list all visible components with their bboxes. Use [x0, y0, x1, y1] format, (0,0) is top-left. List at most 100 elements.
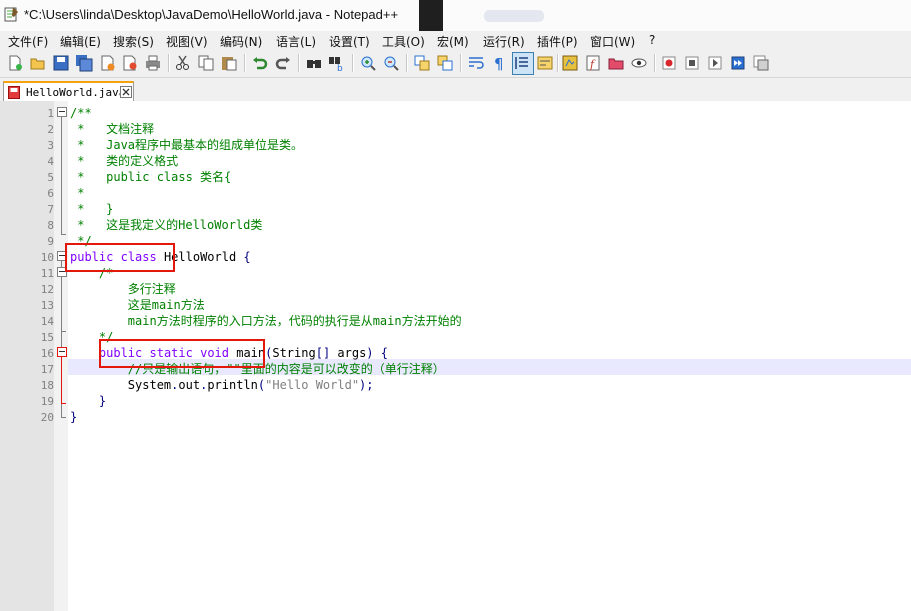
toolbar: b ¶ f: [0, 50, 911, 78]
monitor-icon[interactable]: [630, 54, 648, 72]
code-token: }: [70, 410, 78, 424]
save-all-icon[interactable]: [75, 54, 93, 72]
code-line[interactable]: /**: [70, 105, 92, 121]
menu-tools[interactable]: 工具(O): [382, 33, 425, 50]
fold-toggle-icon[interactable]: [57, 347, 67, 357]
code-token: main方法时程序的入口方法，代码的执行是从main方法开始的: [70, 314, 462, 328]
notepadpp-app-icon[interactable]: [4, 6, 19, 22]
close-all-icon[interactable]: [121, 54, 139, 72]
doc-map-icon[interactable]: [561, 54, 579, 72]
paste-icon[interactable]: [220, 54, 238, 72]
undo-icon[interactable]: [251, 54, 269, 72]
toolbar-separator: [460, 54, 462, 72]
word-wrap-icon[interactable]: [467, 54, 485, 72]
line-number: 6: [47, 187, 54, 200]
menu-window[interactable]: 窗口(W): [590, 33, 635, 50]
overlay-block: [419, 0, 443, 31]
line-number: 5: [47, 171, 54, 184]
zoom-in-icon[interactable]: [359, 54, 377, 72]
code-line[interactable]: * 这是我定义的HelloWorld类: [70, 217, 262, 233]
line-number: 8: [47, 219, 54, 232]
code-line[interactable]: * 类的定义格式: [70, 153, 178, 169]
menu-help[interactable]: ?: [649, 33, 655, 47]
code-line[interactable]: * public class 类名{: [70, 169, 231, 185]
menu-encoding[interactable]: 编码(N): [220, 33, 262, 50]
code-token: * public class 类名{: [70, 170, 232, 184]
toolbar-separator: [406, 54, 408, 72]
function-list-icon[interactable]: f: [584, 54, 602, 72]
code-token: }: [98, 394, 107, 408]
replace-icon[interactable]: b: [328, 54, 346, 72]
zoom-out-icon[interactable]: [382, 54, 400, 72]
line-number: 16: [40, 347, 54, 360]
fold-line: [61, 117, 62, 234]
code-line[interactable]: 这是main方法: [70, 297, 205, 313]
sync-h-icon[interactable]: [436, 54, 454, 72]
code-line[interactable]: System.out.println("Hello World");: [70, 377, 374, 393]
code-token: /**: [70, 106, 92, 120]
code-token: );: [359, 378, 374, 392]
stop-macro-icon[interactable]: [683, 54, 701, 72]
lang-icon[interactable]: [536, 54, 554, 72]
save-icon[interactable]: [52, 54, 70, 72]
menu-file[interactable]: 文件(F): [8, 33, 48, 50]
fold-toggle-icon[interactable]: [57, 107, 67, 117]
sync-v-icon[interactable]: [413, 54, 431, 72]
line-number: 1: [47, 107, 54, 120]
menu-plugins[interactable]: 插件(P): [537, 33, 578, 50]
code-token: {: [380, 346, 388, 360]
menu-view[interactable]: 视图(V): [166, 33, 208, 50]
menu-settings[interactable]: 设置(T): [329, 33, 370, 50]
code-line[interactable]: * Java程序中最基本的组成单位是类。: [70, 137, 303, 153]
indent-guide-icon[interactable]: [513, 54, 531, 72]
code-line[interactable]: * }: [70, 201, 113, 217]
print-icon[interactable]: [144, 54, 162, 72]
code-line[interactable]: }: [70, 393, 106, 409]
cut-icon[interactable]: [174, 54, 192, 72]
code-token: String: [272, 346, 316, 360]
open-file-icon[interactable]: [29, 54, 47, 72]
code-token: * 文档注释: [70, 122, 155, 136]
play-macro-icon[interactable]: [706, 54, 724, 72]
line-number: 9: [47, 235, 54, 248]
toolbar-separator: [298, 54, 300, 72]
new-file-icon[interactable]: [6, 54, 24, 72]
run-macro-multiple-icon[interactable]: [729, 54, 747, 72]
fold-end: [61, 417, 66, 418]
code-token: out: [178, 378, 201, 392]
tab-bar: HelloWorld.java: [0, 78, 911, 103]
tab-helloworld[interactable]: HelloWorld.java: [3, 81, 134, 103]
menu-run[interactable]: 运行(R): [483, 33, 525, 50]
code-token: 多行注释: [70, 282, 176, 296]
blurred-overlay: [484, 10, 544, 22]
line-number: 20: [40, 411, 54, 424]
code-line[interactable]: *: [70, 185, 84, 201]
save-macro-icon[interactable]: [752, 54, 770, 72]
menu-language[interactable]: 语言(L): [276, 33, 316, 50]
redo-icon[interactable]: [274, 54, 292, 72]
menu-edit[interactable]: 编辑(E): [60, 33, 101, 50]
annotation-box-class: [65, 243, 175, 272]
annotation-box-method: [99, 339, 265, 368]
line-number: 7: [47, 203, 54, 216]
menu-search[interactable]: 搜索(S): [113, 33, 154, 50]
code-line[interactable]: * 文档注释: [70, 121, 154, 137]
line-number: 13: [40, 299, 54, 312]
close-icon[interactable]: [98, 54, 116, 72]
line-number: 19: [40, 395, 54, 408]
find-icon[interactable]: [305, 54, 323, 72]
show-all-chars-icon[interactable]: ¶: [490, 54, 508, 72]
record-macro-icon[interactable]: [660, 54, 678, 72]
editor-area[interactable]: 1 2 3 4 5 6 7 8 9 10 11 12 13 14 15 16 17 18 19 20 /** * 文档…: [0, 101, 911, 611]
folder-icon[interactable]: [607, 54, 625, 72]
menu-macro[interactable]: 宏(M): [437, 33, 469, 50]
code-line[interactable]: main方法时程序的入口方法，代码的执行是从main方法开始的: [70, 313, 462, 329]
copy-icon[interactable]: [197, 54, 215, 72]
tab-close-icon[interactable]: [120, 86, 132, 98]
toolbar-separator: [557, 54, 559, 72]
code-line[interactable]: }: [70, 409, 77, 425]
code-line[interactable]: 多行注释: [70, 281, 176, 297]
